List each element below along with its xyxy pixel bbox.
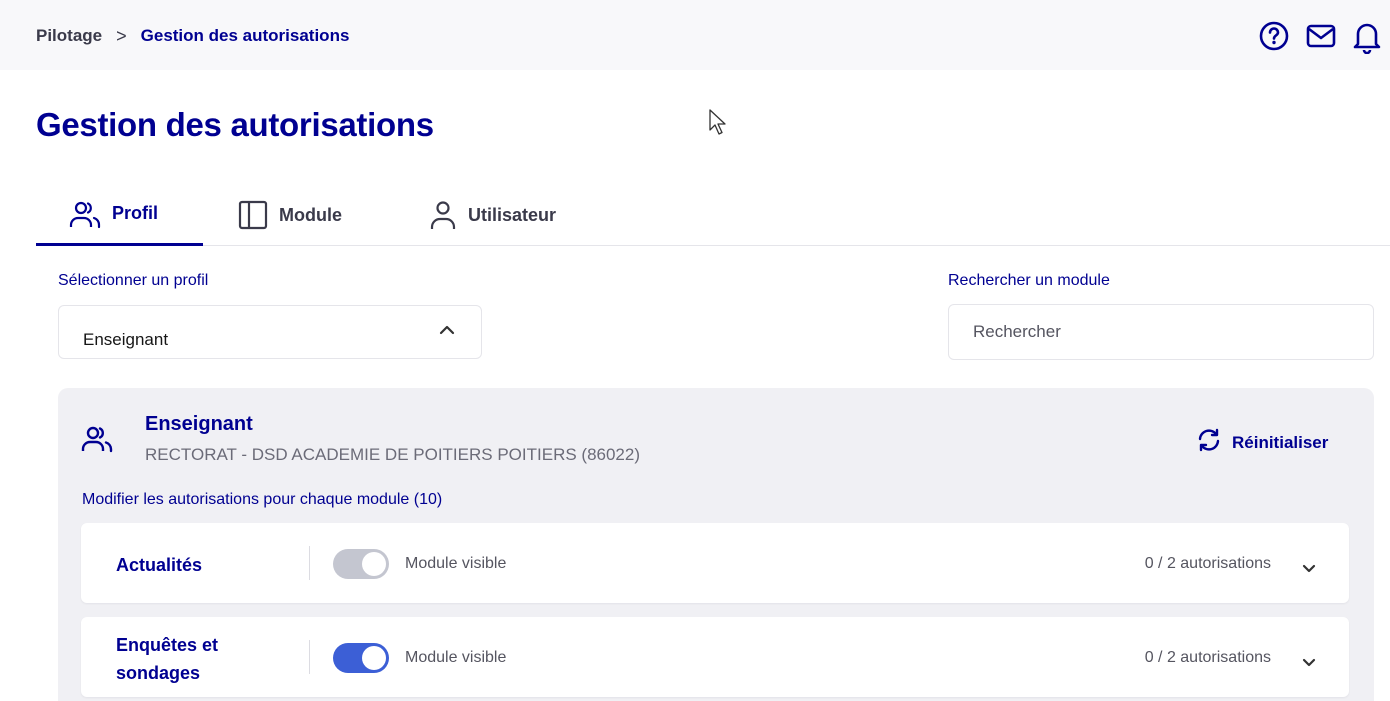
help-icon[interactable] bbox=[1258, 20, 1290, 54]
mouse-cursor-icon bbox=[708, 108, 728, 141]
chevron-down-icon[interactable] bbox=[1301, 561, 1317, 579]
module-row-actualites[interactable]: Actualités Module visible 0 / 2 autorisa… bbox=[81, 523, 1349, 603]
module-name: Enquêtes et sondages bbox=[116, 631, 218, 687]
mail-icon[interactable] bbox=[1304, 20, 1338, 54]
breadcrumb-separator: > bbox=[116, 25, 127, 46]
reset-button[interactable]: Réinitialiser bbox=[1196, 428, 1328, 457]
tab-module-label: Module bbox=[279, 204, 342, 225]
bell-icon[interactable] bbox=[1352, 20, 1382, 54]
profile-select-value: Enseignant bbox=[83, 330, 169, 349]
breadcrumb: Pilotage > Gestion des autorisations bbox=[36, 25, 349, 47]
tab-profil[interactable]: Profil bbox=[36, 184, 203, 246]
profile-subtitle: RECTORAT - DSD ACADEMIE DE POITIERS POIT… bbox=[145, 445, 641, 464]
module-search-input[interactable] bbox=[948, 304, 1374, 360]
user-icon bbox=[428, 198, 458, 232]
tab-utilisateur[interactable]: Utilisateur bbox=[428, 184, 556, 246]
users-icon bbox=[68, 197, 102, 231]
module-visible-toggle[interactable] bbox=[333, 643, 389, 673]
breadcrumb-current: Gestion des autorisations bbox=[140, 26, 350, 45]
module-divider bbox=[309, 640, 310, 674]
page-title: Gestion des autorisations bbox=[36, 106, 434, 143]
chevron-down-icon[interactable] bbox=[1301, 655, 1317, 673]
chevron-up-icon bbox=[439, 323, 455, 341]
top-bar: Pilotage > Gestion des autorisations bbox=[0, 0, 1390, 70]
module-visible-label: Module visible bbox=[405, 649, 507, 666]
tab-bar: Profil Module Utilisateur bbox=[36, 184, 1390, 246]
module-name: Actualités bbox=[116, 555, 203, 575]
tab-module[interactable]: Module bbox=[237, 184, 342, 246]
refresh-icon bbox=[1196, 428, 1222, 457]
module-authorisation-count: 0 / 2 autorisations bbox=[1144, 555, 1271, 572]
modules-heading: Modifier les autorisations pour chaque m… bbox=[82, 491, 443, 508]
tab-profil-label: Profil bbox=[112, 203, 159, 223]
reset-button-label: Réinitialiser bbox=[1232, 432, 1329, 452]
breadcrumb-parent-link[interactable]: Pilotage bbox=[36, 26, 102, 46]
module-name-line1: Enquêtes et bbox=[116, 635, 219, 655]
module-name-line2: sondages bbox=[116, 663, 201, 683]
module-visible-label: Module visible bbox=[405, 555, 507, 572]
header-actions bbox=[1258, 20, 1382, 54]
module-divider bbox=[309, 546, 310, 580]
module-visible-toggle[interactable] bbox=[333, 549, 389, 579]
profile-select[interactable]: Enseignant bbox=[58, 305, 482, 359]
profile-select-label: Sélectionner un profil bbox=[58, 272, 209, 289]
profile-name: Enseignant bbox=[145, 413, 253, 435]
module-authorisation-count: 0 / 2 autorisations bbox=[1144, 649, 1271, 666]
panel-icon bbox=[237, 199, 269, 231]
toggle-knob bbox=[362, 552, 386, 576]
module-search-label: Rechercher un module bbox=[948, 272, 1110, 289]
tab-utilisateur-label: Utilisateur bbox=[468, 204, 557, 225]
toggle-knob bbox=[362, 646, 386, 670]
users-icon bbox=[80, 424, 114, 461]
module-row-enquetes[interactable]: Enquêtes et sondages Module visible 0 / … bbox=[81, 617, 1349, 697]
